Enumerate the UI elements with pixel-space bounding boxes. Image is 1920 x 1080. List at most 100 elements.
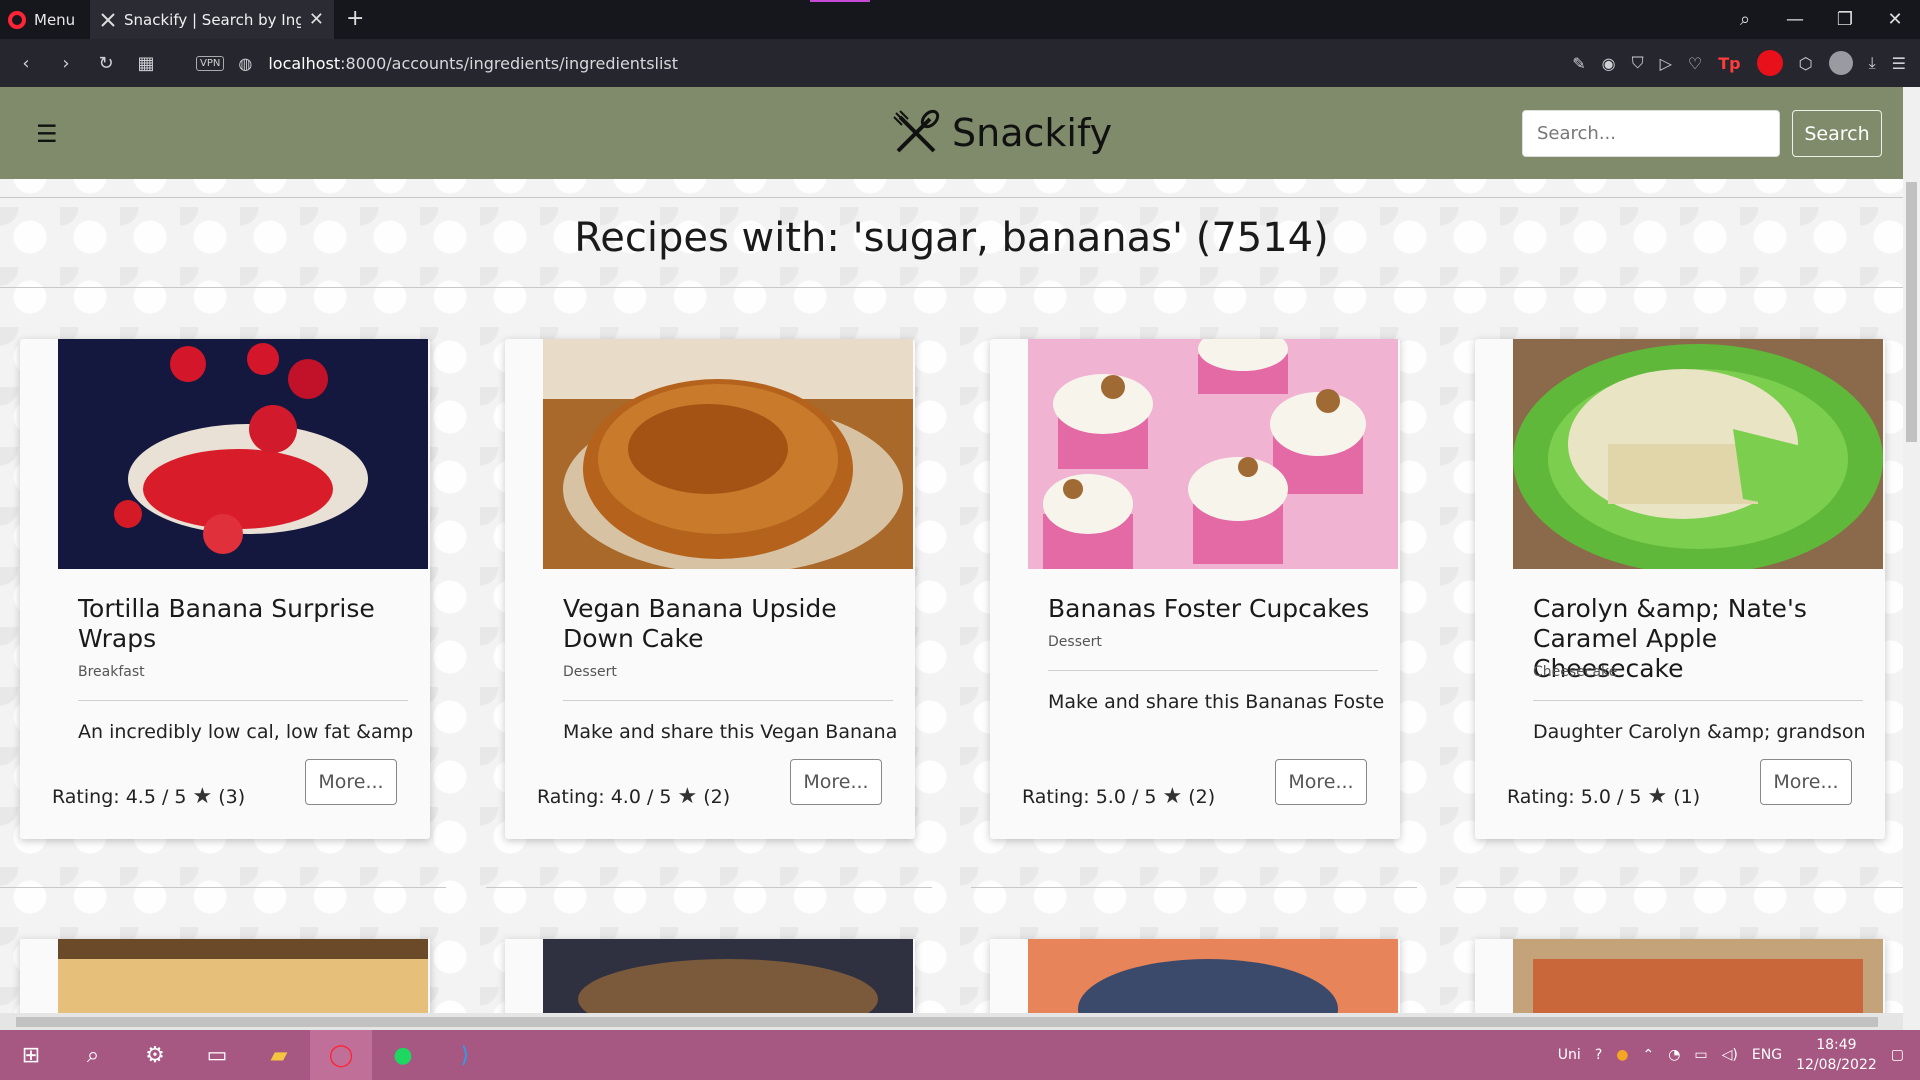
system-tray: Uni ? ● ⌃ ◔ ▭ ◁) ENG 18:49 12/08/2022 ▢ <box>1558 1030 1920 1080</box>
clock[interactable]: 18:49 12/08/2022 <box>1796 1035 1877 1075</box>
recipe-image[interactable] <box>543 939 913 1013</box>
tab-accent-bar <box>810 0 870 2</box>
minimize-icon[interactable]: — <box>1770 9 1820 30</box>
back-icon[interactable]: ‹ <box>6 53 46 74</box>
search-input[interactable] <box>1522 110 1780 157</box>
shield-icon[interactable]: ⛉ <box>1632 53 1644 73</box>
recipe-image[interactable] <box>1028 939 1398 1013</box>
row-divider <box>486 887 932 888</box>
recipe-category: Breakfast <box>78 664 145 680</box>
tabs-grid-icon[interactable]: ▦ <box>126 53 166 74</box>
tab-favicon-icon <box>101 12 115 27</box>
rating-text: Rating: 5.0 / 5 <box>1507 785 1642 808</box>
card-divider <box>1533 700 1863 701</box>
search-icon[interactable]: ⌕ <box>62 1030 124 1080</box>
easy-setup-icon[interactable]: ☰ <box>1892 54 1906 73</box>
battery-icon[interactable]: ▭ <box>1694 1047 1707 1063</box>
extension-tp-icon[interactable]: Tp <box>1718 54 1740 73</box>
recipe-description: An incredibly low cal, low fat &amp;... <box>78 721 414 743</box>
download-icon[interactable]: ⤓ <box>1869 53 1876 73</box>
more-button[interactable]: More... <box>1275 759 1367 805</box>
recipe-image[interactable] <box>58 939 428 1013</box>
recipe-rating: Rating: 4.5 / 5 ★ (3) <box>52 784 245 809</box>
help-icon[interactable]: ? <box>1595 1047 1602 1063</box>
settings-gear-icon[interactable]: ⚙ <box>124 1030 186 1080</box>
card-divider <box>1048 670 1378 671</box>
recipe-card: Vegan Banana Upside Down Cake Dessert Ma… <box>505 339 915 839</box>
opera-taskbar-icon[interactable]: ◯ <box>310 1030 372 1080</box>
clock-time: 18:49 <box>1816 1037 1857 1053</box>
recipe-image-cupcakes[interactable] <box>1028 339 1398 569</box>
heart-icon[interactable]: ♡ <box>1688 54 1702 73</box>
recipe-image[interactable] <box>1513 939 1883 1013</box>
horizontal-scroll-thumb[interactable] <box>16 1017 1878 1027</box>
opera-menu-button[interactable]: Menu <box>8 0 75 39</box>
profile-avatar-icon[interactable] <box>1828 51 1853 75</box>
horizontal-scrollbar[interactable] <box>0 1013 1903 1030</box>
search-tabs-icon[interactable]: ⌕ <box>1720 9 1770 30</box>
vertical-scroll-thumb[interactable] <box>1906 182 1917 442</box>
windows-start-icon[interactable]: ⊞ <box>0 1030 62 1080</box>
recipe-title[interactable]: Tortilla Banana Surprise Wraps <box>78 594 418 654</box>
recipe-card <box>505 939 915 1013</box>
recipe-description: Daughter Carolyn &amp; grandson ... <box>1533 721 1869 743</box>
windows-taskbar: ⊞ ⌕ ⚙ ▭ ▰ ◯ ● ⟩ Uni ? ● ⌃ ◔ ▭ ◁) ENG 18:… <box>0 1030 1920 1080</box>
search-button[interactable]: Search <box>1792 110 1882 157</box>
notifications-icon[interactable]: ▢ <box>1891 1047 1904 1063</box>
recipe-card <box>20 939 430 1013</box>
network-icon[interactable]: ◔ <box>1668 1047 1680 1063</box>
recipe-rating: Rating: 5.0 / 5 ★ (1) <box>1507 784 1700 809</box>
volume-icon[interactable]: ◁) <box>1722 1047 1738 1063</box>
monitor-app-icon[interactable]: ▭ <box>186 1030 248 1080</box>
vpn-badge[interactable]: VPN <box>196 55 225 71</box>
adblock-icon[interactable] <box>1756 50 1783 76</box>
vscode-icon[interactable]: ⟩ <box>434 1030 496 1080</box>
more-button[interactable]: More... <box>305 759 397 805</box>
spotify-icon[interactable]: ● <box>372 1030 434 1080</box>
site-navbar: ☰ Snackify Search <box>0 87 1903 179</box>
clock-date: 12/08/2022 <box>1796 1057 1877 1073</box>
star-icon: ★ <box>1162 784 1183 809</box>
star-icon: ★ <box>192 784 213 809</box>
send-icon[interactable]: ▷ <box>1660 54 1672 73</box>
recipe-category: Cheesecake <box>1533 664 1618 680</box>
recipe-card <box>1475 939 1885 1013</box>
chevron-up-icon[interactable]: ⌃ <box>1642 1047 1654 1063</box>
recipe-image-tortilla-wraps[interactable] <box>58 339 428 569</box>
weather-icon[interactable]: ● <box>1616 1047 1628 1063</box>
recipe-title[interactable]: Vegan Banana Upside Down Cake <box>563 594 903 654</box>
url-field[interactable]: localhost:8000/accounts/ingredients/ingr… <box>268 54 678 73</box>
reload-icon[interactable]: ↻ <box>86 53 126 74</box>
vertical-scrollbar[interactable] <box>1903 87 1920 1030</box>
camera-icon[interactable]: ◉ <box>1602 54 1616 73</box>
browser-tab[interactable]: Snackify | Search by Ingred ✕ <box>90 0 334 39</box>
rating-count: (1) <box>1673 785 1701 808</box>
card-divider <box>563 700 893 701</box>
web-page: ☰ Snackify Search Recipes with: 'sugar, … <box>0 87 1903 1013</box>
row-divider <box>971 887 1417 888</box>
recipe-description: Make and share this Vegan Banana ... <box>563 721 899 743</box>
globe-icon[interactable]: ◍ <box>238 54 252 73</box>
more-button[interactable]: More... <box>790 759 882 805</box>
restore-icon[interactable]: ❐ <box>1820 9 1870 30</box>
language-indicator[interactable]: ENG <box>1752 1047 1782 1063</box>
file-explorer-icon[interactable]: ▰ <box>248 1030 310 1080</box>
star-icon: ★ <box>1647 784 1668 809</box>
hamburger-menu-icon[interactable]: ☰ <box>36 120 58 148</box>
star-icon: ★ <box>677 784 698 809</box>
recipe-title[interactable]: Bananas Foster Cupcakes <box>1048 594 1388 624</box>
tray-label[interactable]: Uni <box>1558 1047 1581 1063</box>
recipe-image-cheesecake[interactable] <box>1513 339 1883 569</box>
forward-icon[interactable]: › <box>46 53 86 74</box>
brand[interactable]: Snackify <box>890 107 1112 159</box>
new-tab-icon[interactable]: + <box>346 6 364 31</box>
recipe-card: Carolyn &amp; Nate's Caramel Apple Chees… <box>1475 339 1885 839</box>
row-divider <box>0 887 446 888</box>
close-window-icon[interactable]: ✕ <box>1870 9 1920 30</box>
recipe-image-banana-cake[interactable] <box>543 339 913 569</box>
cube-icon[interactable]: ⬡ <box>1799 54 1813 73</box>
more-button[interactable]: More... <box>1760 759 1852 805</box>
tab-close-icon[interactable]: ✕ <box>309 9 324 30</box>
share-icon[interactable]: ✎ <box>1572 54 1585 73</box>
url-host: localhost <box>268 53 341 73</box>
